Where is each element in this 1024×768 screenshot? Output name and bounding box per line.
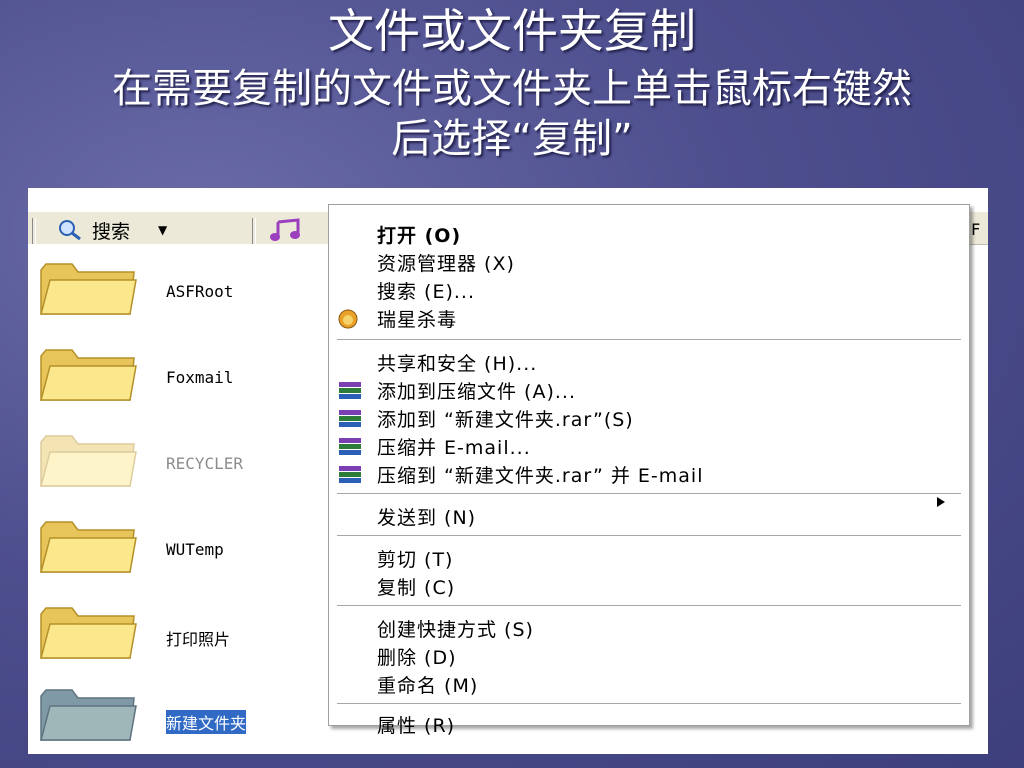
- menu-item-rename[interactable]: 重命名 (M): [377, 671, 478, 698]
- folder-name: WUTemp: [166, 540, 224, 559]
- menu-item-delete[interactable]: 删除 (D): [377, 643, 457, 670]
- folder-item[interactable]: RECYCLER: [38, 430, 328, 500]
- folder-icon: [40, 607, 137, 659]
- menu-item-open[interactable]: 打开 (O): [377, 221, 461, 248]
- menu-separator: [337, 493, 961, 495]
- folder-icon: [40, 349, 137, 401]
- menu-item-create-shortcut[interactable]: 创建快捷方式 (S): [377, 615, 534, 642]
- search-button[interactable]: 搜索 ▼: [58, 216, 167, 244]
- toolbar-separator: [32, 218, 36, 244]
- winrar-icon: [339, 438, 361, 455]
- folder-name: Foxmail: [166, 368, 234, 387]
- folder-item-selected[interactable]: 新建文件夹: [38, 684, 328, 754]
- slide-subtitle: 在需要复制的文件或文件夹上单击鼠标右键然 后选择“复制”: [0, 64, 1024, 164]
- folder-name: RECYCLER: [166, 454, 244, 473]
- menu-item-compress-email[interactable]: 压缩并 E-mail...: [377, 433, 531, 460]
- file-list: ASFRoot Foxmail RECYCLER WUTemp 打印照片 新建文…: [28, 244, 328, 754]
- music-icon[interactable]: [268, 218, 308, 242]
- menu-item-explorer[interactable]: 资源管理器 (X): [377, 249, 515, 276]
- subtitle-line-1: 在需要复制的文件或文件夹上单击鼠标右键然: [112, 66, 912, 112]
- search-icon: [59, 220, 81, 241]
- winrar-icon: [339, 382, 361, 399]
- menu-separator: [337, 339, 961, 341]
- subtitle-line-2: 后选择“复制”: [391, 116, 633, 162]
- menu-item-search[interactable]: 搜索 (E)...: [377, 277, 475, 304]
- toolbar-separator-2: [252, 218, 256, 244]
- folder-icon: [40, 689, 137, 741]
- folder-name: 新建文件夹: [166, 710, 247, 734]
- folder-item[interactable]: WUTemp: [38, 516, 328, 586]
- menu-item-add-named-archive[interactable]: 添加到 “新建文件夹.rar”(S): [377, 405, 634, 432]
- menu-item-properties[interactable]: 属性 (R): [377, 711, 455, 738]
- folder-name: ASFRoot: [166, 282, 234, 301]
- winrar-icon: [339, 410, 361, 427]
- search-button-label: 搜索: [92, 220, 131, 243]
- menu-item-compress-named-email[interactable]: 压缩到 “新建文件夹.rar” 并 E-mail: [377, 461, 703, 488]
- menu-item-share[interactable]: 共享和安全 (H)...: [377, 349, 537, 376]
- menu-separator: [337, 605, 961, 607]
- winrar-icon: [339, 466, 361, 483]
- antivirus-lion-icon: [338, 309, 358, 329]
- submenu-arrow-icon: [937, 497, 945, 507]
- menu-item-send-to[interactable]: 发送到 (N): [377, 503, 476, 530]
- menu-item-cut[interactable]: 剪切 (T): [377, 545, 453, 572]
- context-menu: 打开 (O) 资源管理器 (X) 搜索 (E)... 瑞星杀毒 共享和安全 (H…: [328, 204, 970, 737]
- folder-item[interactable]: 打印照片: [38, 602, 328, 672]
- explorer-screenshot: 搜索 ▼ .F ASFRoot Foxmail RECYCLER WUTemp: [28, 188, 988, 754]
- folder-icon: [40, 435, 137, 487]
- folder-name: 打印照片: [166, 630, 231, 649]
- menu-item-antivirus[interactable]: 瑞星杀毒: [377, 305, 457, 332]
- chevron-down-icon[interactable]: ▼: [158, 223, 167, 237]
- menu-separator: [337, 703, 961, 705]
- menu-separator: [337, 535, 961, 537]
- menu-item-copy[interactable]: 复制 (C): [377, 573, 455, 600]
- folder-icon: [40, 263, 137, 315]
- slide-title: 文件或文件夹复制: [328, 4, 696, 58]
- folder-item[interactable]: Foxmail: [38, 344, 328, 414]
- menu-item-add-archive[interactable]: 添加到压缩文件 (A)...: [377, 377, 576, 404]
- folder-icon: [40, 521, 137, 573]
- folder-item[interactable]: ASFRoot: [38, 258, 328, 328]
